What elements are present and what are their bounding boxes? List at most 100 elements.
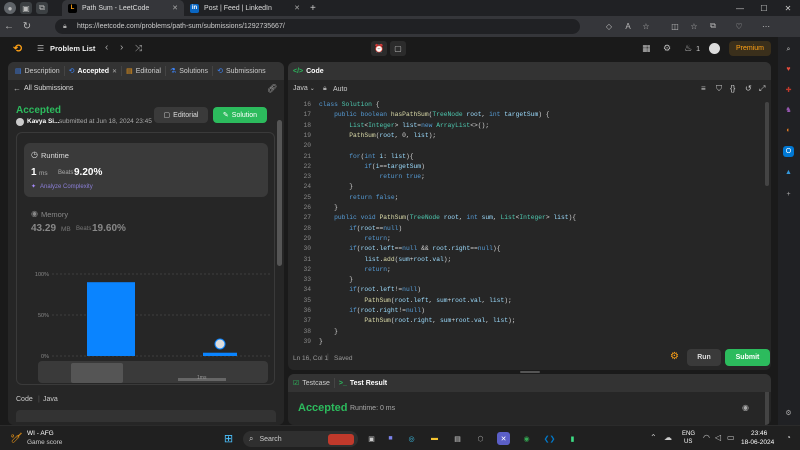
close-tab-icon[interactable]: ✕ (294, 4, 300, 12)
clock-time[interactable]: 23:46 (751, 430, 767, 437)
braces-icon[interactable]: {} (730, 84, 735, 93)
favorite-icon[interactable]: ☆ (640, 20, 652, 32)
shuffle-icon[interactable]: ⤨ (135, 43, 142, 54)
premium-button[interactable]: Premium (729, 41, 771, 56)
copilot-icon[interactable]: ♡ (733, 20, 745, 32)
lang-secondary[interactable]: US (684, 439, 692, 445)
code-line[interactable]: 21 for(int i: list){ (288, 152, 758, 162)
notes-icon[interactable]: ▢ (390, 41, 406, 56)
runtime-card[interactable]: ◷ Runtime 1 ms Beats 9.20% ✦ Analyze Com… (24, 143, 268, 197)
weather-title[interactable]: WI - AFG (27, 430, 54, 437)
code-line[interactable]: 27 public void PathSum(TreeNode root, in… (288, 213, 758, 223)
sidebar-settings-icon[interactable]: ⚙ (783, 407, 794, 418)
user-avatar[interactable] (16, 118, 24, 126)
bookmark-icon[interactable]: ⛉ (716, 84, 722, 94)
code-line[interactable]: 31 list.add(sum+root.val); (288, 255, 758, 265)
code-line[interactable]: 23 return true; (288, 172, 758, 182)
drop-icon[interactable]: ▲ (783, 167, 794, 178)
overview-window[interactable] (71, 363, 123, 383)
notification-icon[interactable]: ◔ (786, 433, 791, 442)
problem-list-icon[interactable]: ☰ (37, 44, 44, 53)
prev-problem-icon[interactable]: ‹ (105, 42, 108, 53)
code-line[interactable]: 25 return false; (288, 193, 758, 203)
streak-fire-icon[interactable]: ♨ (684, 43, 692, 54)
solution-button[interactable]: ✎ Solution (213, 107, 267, 123)
code-line[interactable]: 38 } (288, 327, 758, 337)
left-panel-scrollbar[interactable] (277, 120, 282, 266)
code-line[interactable]: 28 if(root==null) (288, 224, 758, 234)
code-line[interactable]: 33 } (288, 275, 758, 285)
problem-list-link[interactable]: Problem List (50, 44, 95, 53)
browser-profile-icon[interactable]: ● (4, 2, 16, 14)
add-icon[interactable]: + (783, 189, 794, 200)
code-scrollbar[interactable] (765, 102, 769, 186)
debug-icon[interactable]: ⏰ (371, 41, 387, 56)
user-name[interactable]: Kavya Si... (27, 118, 60, 125)
weather-icon[interactable]: 🏏︎ (10, 432, 23, 445)
task-view-icon[interactable]: ▣ (365, 432, 378, 445)
auto-mode-label[interactable]: Auto (333, 86, 347, 93)
code-line[interactable]: 17 public boolean hasPathSum(TreeNode ro… (288, 110, 758, 120)
run-button[interactable]: Run (687, 349, 721, 366)
close-tab-icon[interactable]: ✕ (112, 68, 117, 75)
avatar[interactable] (709, 43, 720, 54)
games-icon[interactable]: ♞ (783, 104, 794, 115)
vscode-icon[interactable]: ❮❯ (543, 432, 556, 445)
code-line[interactable]: 39} (288, 337, 758, 347)
debugger-icon[interactable]: ⚙ (670, 351, 679, 362)
code-line[interactable]: 16 class Solution { (288, 100, 758, 110)
wifi-icon[interactable]: ◠ (703, 433, 710, 442)
language-selector[interactable]: Java ⌄ (293, 85, 315, 92)
browser-tab-linkedin[interactable]: in Post | Feed | LinkedIn ✕ (184, 0, 306, 16)
minimize-window-icon[interactable]: — (728, 0, 752, 16)
code-line[interactable]: 35 PathSum(root.left, sum+root.val, list… (288, 296, 758, 306)
collections-icon[interactable]: ⧉ (36, 2, 48, 14)
back-icon[interactable]: ← (0, 21, 18, 32)
editorial-button[interactable]: ▢ Editorial (154, 107, 208, 123)
battery-icon[interactable]: ▭ (727, 433, 735, 442)
code-line[interactable]: 29 return; (288, 234, 758, 244)
result-scrollbar[interactable] (765, 392, 769, 425)
panel-resize-handle[interactable] (520, 371, 540, 373)
code-line[interactable]: 22 if(i==targetSum) (288, 162, 758, 172)
tab-actions-icon[interactable]: ▣ (20, 2, 32, 14)
volume-icon[interactable]: ◁ (715, 433, 721, 442)
code-line[interactable]: 37 PathSum(root.right, sum+root.val, lis… (288, 316, 758, 326)
chart-bar[interactable] (203, 352, 237, 356)
code-line[interactable]: 18 List<Integer> list=new ArrayList<>(); (288, 121, 758, 131)
eye-icon[interactable]: ◉ (742, 403, 749, 412)
outlook-icon[interactable]: O (783, 146, 794, 157)
maximize-window-icon[interactable]: ☐ (752, 0, 776, 16)
app-icon[interactable]: ⬡ (474, 432, 487, 445)
fullscreen-icon[interactable]: ⤢ (759, 84, 765, 94)
tab-submissions[interactable]: ⟲ Submissions (213, 66, 270, 76)
lang-primary[interactable]: ENG (682, 431, 695, 437)
read-aloud-icon[interactable]: A (622, 20, 634, 32)
settings-icon[interactable]: ⚙ (663, 43, 671, 54)
xbox-icon[interactable]: ✕ (497, 432, 510, 445)
refresh-icon[interactable]: ↻ (18, 21, 36, 32)
windows-start-icon[interactable]: ⊞ (222, 432, 235, 445)
leetcode-logo-icon[interactable]: ⟲ (13, 43, 25, 55)
favorites-bar-icon[interactable]: ☆ (688, 20, 700, 32)
clock-date[interactable]: 18-06-2024 (741, 439, 774, 446)
format-icon[interactable]: ≡ (701, 84, 706, 93)
chrome-icon[interactable]: ◉ (520, 432, 533, 445)
file-explorer-icon[interactable]: ▬ (428, 432, 441, 445)
chart-bar[interactable] (87, 282, 135, 356)
new-tab-button[interactable]: + (310, 3, 316, 14)
more-options-icon[interactable]: ⋯ (760, 20, 772, 32)
tab-accepted[interactable]: ⟲ Accepted ✕ (65, 66, 123, 76)
cloud-icon[interactable]: ☁ (664, 433, 672, 442)
tab-testcase[interactable]: ☑ Testcase (293, 378, 335, 388)
share-link-icon[interactable]: 🔗︎ (267, 84, 277, 93)
code-line[interactable]: 30 if(root.left==null && root.right==nul… (288, 244, 758, 254)
shopping-icon[interactable]: ♥ (783, 64, 794, 75)
tab-test-result[interactable]: >_ Test Result (335, 378, 391, 388)
search-icon[interactable]: ⌕ (783, 44, 794, 55)
taskbar-search[interactable]: ⌕ Search (243, 431, 358, 447)
weather-subtitle[interactable]: Game score (27, 439, 62, 446)
submit-button[interactable]: Submit (725, 349, 770, 366)
code-line[interactable]: 19 PathSum(root, 0, list); (288, 131, 758, 141)
analyze-complexity-link[interactable]: Analyze Complexity (40, 184, 93, 190)
